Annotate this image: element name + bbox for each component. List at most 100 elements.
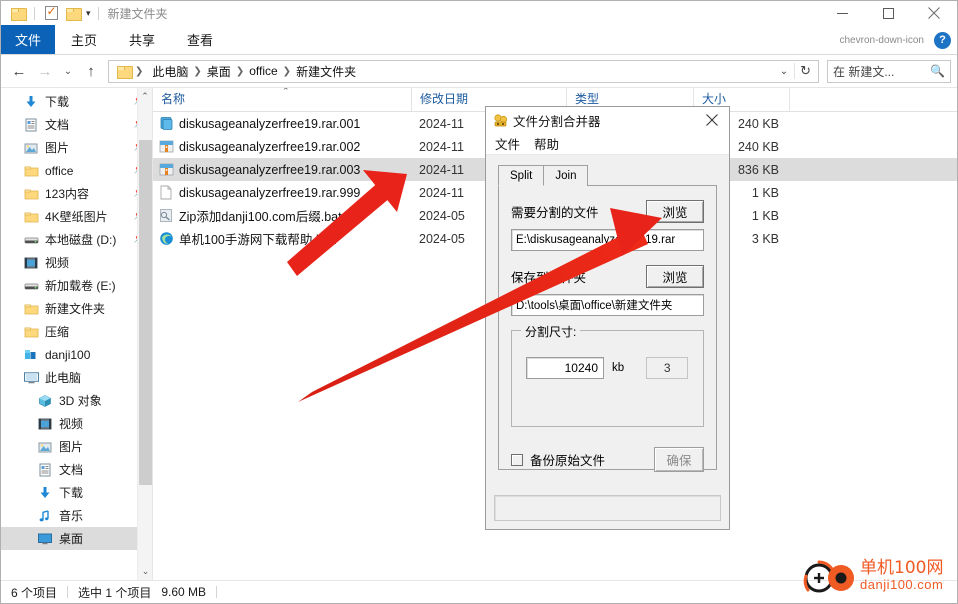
folder-icon [23, 301, 39, 317]
dialog-tab-strip: Split Join [498, 165, 717, 186]
breadcrumb-separator-3[interactable]: ❯ [283, 66, 291, 77]
breadcrumb-item-3[interactable]: 新建文件夹 [291, 63, 361, 80]
qat-divider [34, 6, 35, 20]
confirm-button[interactable]: 确保 [654, 447, 704, 472]
sidebar-item-label: 视频 [45, 256, 70, 270]
search-placeholder: 在 新建文... [833, 64, 895, 79]
tab-file[interactable]: 文件 [1, 25, 56, 54]
sidebar-item-9[interactable]: 新建文件夹 [1, 297, 152, 320]
splitter-app-icon [493, 113, 508, 127]
up-button[interactable]: ↑ [79, 59, 103, 83]
sidebar-item-0[interactable]: 下载📌 [1, 90, 152, 113]
backup-checkbox-row[interactable]: 备份原始文件 [511, 450, 605, 469]
menu-item-file[interactable]: 文件 [495, 134, 520, 153]
sidebar-item-11[interactable]: danji100 [1, 343, 152, 366]
column-header-name[interactable]: ⌃ 名称 [153, 88, 411, 111]
search-input[interactable]: 在 新建文... 🔍 [827, 59, 951, 83]
refresh-icon[interactable]: ↻ [794, 63, 816, 79]
help-button[interactable]: ? [934, 31, 951, 49]
split-size-group-title: 分割尺寸: [521, 323, 581, 340]
source-file-label: 需要分割的文件 [511, 206, 599, 220]
minimize-button[interactable] [819, 1, 865, 25]
navigation-scrollbar[interactable]: ⌃ ⌄ [137, 88, 152, 580]
menu-item-help[interactable]: 帮助 [534, 134, 559, 153]
source-browse-button[interactable]: 浏览 [646, 200, 704, 223]
sidebar-item-10[interactable]: 压缩 [1, 320, 152, 343]
sidebar-item-16[interactable]: 文档 [1, 458, 152, 481]
new-folder-icon[interactable] [62, 2, 84, 24]
breadcrumb-item-0[interactable]: 此电脑 [147, 63, 193, 80]
breadcrumb: ❯ 此电脑 ❯ 桌面 ❯ office ❯ 新建文件夹 [114, 63, 774, 80]
parts-count-field: 3 [646, 357, 689, 379]
edge-html-icon [153, 231, 179, 246]
split-size-input[interactable]: 10240 [526, 357, 604, 379]
split-size-unit-label: kb [612, 362, 625, 374]
sidebar-item-5[interactable]: 4K壁纸图片📌 [1, 205, 152, 228]
sidebar-item-1[interactable]: 文档📌 [1, 113, 152, 136]
tab-view[interactable]: 查看 [171, 25, 229, 54]
tab-home[interactable]: 主页 [55, 25, 113, 54]
archive-part-icon [153, 162, 179, 177]
dialog-title-bar: 文件分割合并器 [486, 107, 729, 133]
sidebar-item-12[interactable]: 此电脑 [1, 366, 152, 389]
sidebar-item-17[interactable]: 下载 [1, 481, 152, 504]
status-selection-size: 9.60 MB [161, 585, 207, 599]
status-selection: 选中 1 个项目 [78, 585, 152, 600]
maximize-button[interactable] [865, 1, 911, 25]
sidebar-item-13[interactable]: 3D 对象 [1, 389, 152, 412]
pictures-icon [37, 439, 53, 455]
address-dropdown-caret-icon[interactable]: ⌄ [774, 66, 794, 77]
ribbon-tab-bar: 文件 主页 共享 查看 chevron-down-icon ? [1, 25, 957, 55]
tab-split[interactable]: Split [498, 165, 545, 186]
scroll-up-arrow-icon[interactable]: ⌃ [138, 88, 152, 105]
breadcrumb-separator-2[interactable]: ❯ [236, 66, 244, 77]
forward-button[interactable]: → [33, 59, 57, 83]
tab-share[interactable]: 共享 [113, 25, 171, 54]
sidebar-item-3[interactable]: office📌 [1, 159, 152, 182]
sidebar-item-19[interactable]: 桌面 [1, 527, 152, 550]
breadcrumb-item-1[interactable]: 桌面 [202, 63, 236, 80]
sidebar-item-18[interactable]: 音乐 [1, 504, 152, 527]
properties-icon[interactable] [40, 2, 62, 24]
quick-access-toolbar: ▾ 新建文件夹 [1, 2, 168, 24]
onedrive-icon [23, 347, 39, 363]
scrollbar-thumb[interactable] [139, 140, 152, 485]
this-pc-icon [23, 370, 39, 386]
close-button[interactable] [911, 1, 957, 25]
column-header-date-label: 修改日期 [420, 92, 469, 106]
system-menu-folder-icon[interactable] [7, 2, 29, 24]
music-icon [37, 508, 53, 524]
file-name-cell: diskusageanalyzerfree19.rar.003 [179, 162, 361, 177]
tab-join[interactable]: Join [543, 165, 589, 186]
sidebar-item-8[interactable]: 新加载卷 (E:) [1, 274, 152, 297]
sidebar-item-7[interactable]: 视频 [1, 251, 152, 274]
sidebar-item-label: 新建文件夹 [45, 302, 106, 316]
dest-folder-input[interactable]: D:\tools\桌面\office\新建文件夹 [511, 294, 704, 316]
sidebar-item-14[interactable]: 视频 [1, 412, 152, 435]
file-name-cell: diskusageanalyzerfree19.rar.001 [179, 116, 361, 131]
file-name-cell: Zip添加danji100.com后缀.bat [179, 210, 342, 224]
watermark-line1: 单机100网 [860, 558, 944, 579]
file-splitter-dialog[interactable]: 文件分割合并器 文件 帮助 Split Join 需要分割的文件 浏览 E:\d… [485, 106, 730, 530]
dest-browse-button[interactable]: 浏览 [646, 265, 704, 288]
qat-divider-2 [97, 6, 99, 20]
breadcrumb-item-2[interactable]: office [244, 64, 282, 78]
address-input[interactable]: ❯ 此电脑 ❯ 桌面 ❯ office ❯ 新建文件夹 ⌄ ↻ [108, 59, 819, 83]
sidebar-item-2[interactable]: 图片📌 [1, 136, 152, 159]
sidebar-item-label: 123内容 [45, 187, 90, 201]
scroll-down-arrow-icon[interactable]: ⌄ [138, 563, 152, 580]
breadcrumb-separator-1[interactable]: ❯ [193, 66, 201, 77]
explorer-body: 下载📌文档📌图片📌office📌123内容📌4K壁纸图片📌本地磁盘 (D:)📌 视… [1, 87, 957, 580]
recent-locations-button[interactable]: ⌄ [59, 59, 77, 83]
videos-icon [23, 255, 39, 271]
sidebar-item-6[interactable]: 本地磁盘 (D:)📌 [1, 228, 152, 251]
back-button[interactable]: ← [7, 59, 31, 83]
dialog-close-button[interactable] [695, 107, 729, 133]
sidebar-item-15[interactable]: 图片 [1, 435, 152, 458]
backup-checkbox[interactable] [511, 453, 523, 466]
chevron-down-icon[interactable]: chevron-down-icon [840, 35, 925, 46]
search-icon[interactable]: 🔍 [930, 64, 945, 78]
qat-customize-caret-icon[interactable]: ▾ [84, 8, 93, 19]
source-file-input[interactable]: E:\diskusageanalyzerfree19.rar [511, 229, 704, 251]
sidebar-item-4[interactable]: 123内容📌 [1, 182, 152, 205]
